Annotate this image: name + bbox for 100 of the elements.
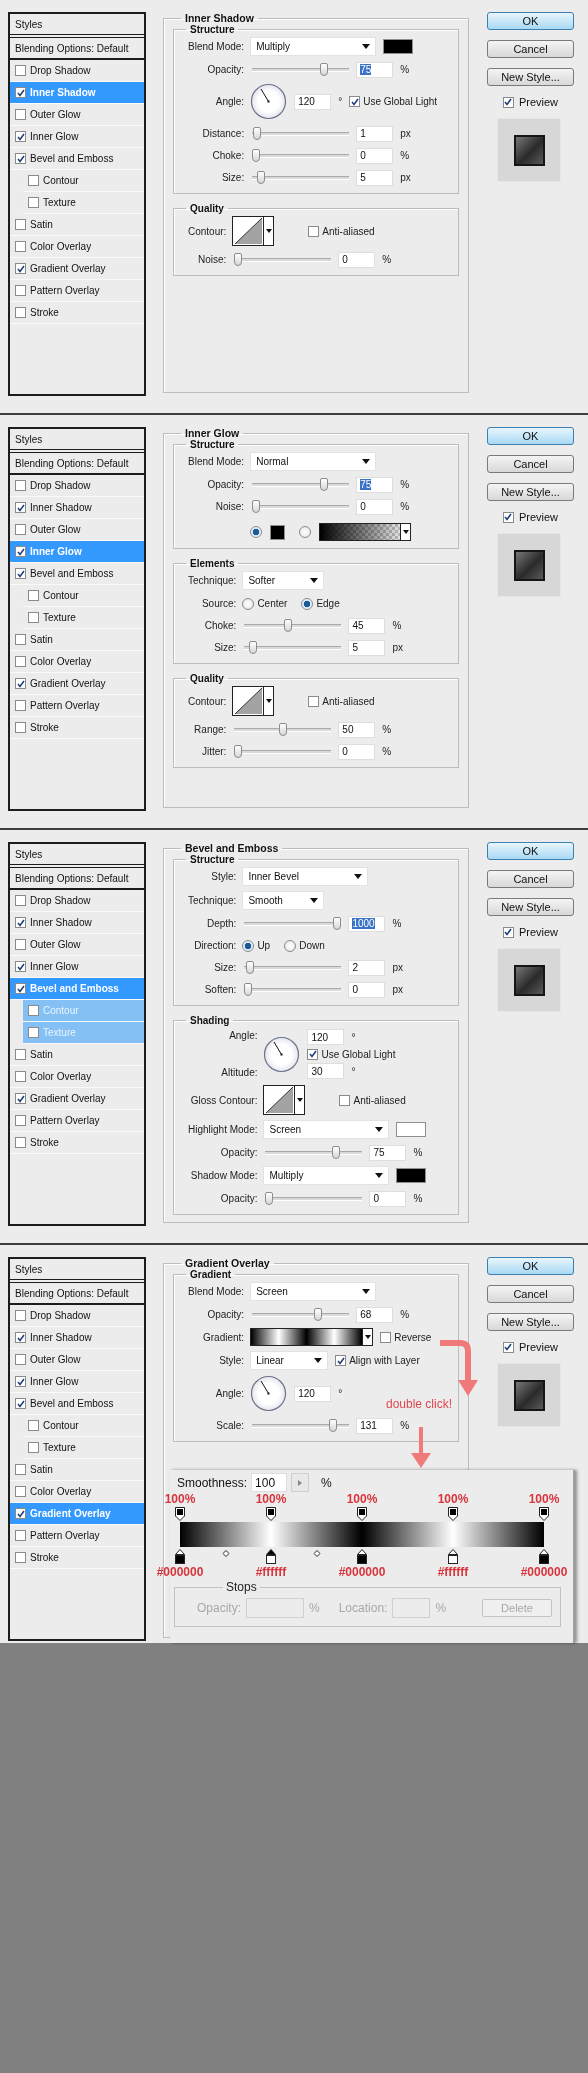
checkbox[interactable] — [28, 612, 39, 623]
checkbox[interactable] — [28, 175, 39, 186]
checkbox[interactable] — [15, 1530, 26, 1541]
value-field[interactable]: 1 — [356, 125, 394, 142]
radio-button[interactable] — [242, 939, 255, 952]
slider-thumb[interactable] — [319, 63, 328, 76]
color-swatch[interactable] — [383, 39, 414, 54]
dialog-button[interactable]: OK — [487, 1257, 574, 1275]
stepper-button[interactable] — [291, 1473, 310, 1492]
color-stop[interactable] — [448, 1555, 458, 1564]
value-field[interactable]: 1000 — [348, 915, 386, 932]
checkbox[interactable] — [339, 1094, 351, 1106]
style-list-item[interactable]: Contour — [23, 585, 144, 607]
checkbox[interactable] — [15, 1093, 26, 1104]
checkbox[interactable] — [15, 87, 26, 98]
blending-options-item[interactable]: Blending Options: Default — [10, 1283, 144, 1305]
value-field[interactable]: 45 — [348, 617, 386, 634]
radio-button[interactable] — [242, 597, 255, 610]
style-list-item[interactable]: Stroke — [10, 717, 144, 739]
checkbox[interactable] — [502, 1341, 514, 1353]
radio-button[interactable] — [250, 526, 263, 538]
checkbox[interactable] — [15, 895, 26, 906]
blending-options-item[interactable]: Blending Options: Default — [10, 38, 144, 60]
style-list-item[interactable]: Color Overlay — [10, 651, 144, 673]
stop-pointer-icon[interactable] — [448, 1549, 458, 1555]
checkbox[interactable] — [15, 678, 26, 689]
style-list-item[interactable]: Inner Shadow — [10, 497, 144, 519]
opacity-stop-icon[interactable] — [266, 1507, 276, 1521]
dropdown[interactable]: Smooth — [242, 891, 325, 910]
style-list-item[interactable]: Pattern Overlay — [10, 1110, 144, 1132]
gradient-swatch[interactable] — [319, 523, 412, 541]
stop-pointer-icon[interactable] — [175, 1549, 185, 1555]
dropdown[interactable]: Normal — [250, 452, 377, 471]
gradient-swatch[interactable] — [250, 1328, 374, 1346]
slider-thumb[interactable] — [333, 917, 342, 930]
opacity-stop-icon[interactable] — [175, 1507, 185, 1521]
midpoint-icon[interactable] — [222, 1550, 229, 1557]
checkbox[interactable] — [15, 1071, 26, 1082]
slider-thumb[interactable] — [248, 641, 257, 654]
value-field[interactable]: 5 — [356, 169, 394, 186]
value-field[interactable]: 5 — [348, 639, 386, 656]
style-list-item[interactable]: Satin — [10, 214, 144, 236]
stop-pointer-icon[interactable] — [539, 1549, 549, 1555]
style-list-item[interactable]: Pattern Overlay — [10, 280, 144, 302]
style-list-item[interactable]: Inner Glow — [10, 1371, 144, 1393]
checkbox[interactable] — [15, 219, 26, 230]
value-field[interactable]: 120 — [294, 1385, 332, 1402]
slider-thumb[interactable] — [319, 478, 328, 491]
dropdown[interactable]: Inner Bevel — [242, 867, 369, 886]
style-list-item[interactable]: Pattern Overlay — [10, 695, 144, 717]
style-list-item[interactable]: Satin — [10, 629, 144, 651]
opacity-field[interactable] — [246, 1598, 304, 1618]
value-field[interactable]: 75 — [356, 476, 394, 493]
checkbox[interactable] — [15, 109, 26, 120]
checkbox[interactable] — [380, 1331, 392, 1343]
value-field[interactable]: 0 — [338, 251, 376, 268]
style-list-item[interactable]: Inner Shadow — [10, 912, 144, 934]
style-list-item[interactable]: Drop Shadow — [10, 475, 144, 497]
style-list-item[interactable]: Texture — [23, 607, 144, 629]
dropdown[interactable]: Softer — [242, 571, 325, 590]
dropdown[interactable]: Linear — [250, 1351, 329, 1370]
dialog-button[interactable]: New Style... — [487, 898, 574, 916]
checkbox[interactable] — [15, 1332, 26, 1343]
checkbox[interactable] — [15, 1552, 26, 1563]
value-field[interactable]: 120 — [307, 1029, 345, 1045]
style-list-item[interactable]: Outer Glow — [10, 934, 144, 956]
value-field[interactable]: 131 — [356, 1417, 394, 1434]
checkbox[interactable] — [15, 263, 26, 274]
checkbox[interactable] — [15, 480, 26, 491]
color-stop[interactable] — [175, 1555, 185, 1564]
checkbox[interactable] — [28, 1005, 39, 1016]
checkbox[interactable] — [308, 225, 320, 237]
dialog-button[interactable]: Cancel — [487, 40, 574, 58]
blending-options-item[interactable]: Blending Options: Default — [10, 868, 144, 890]
style-list-item[interactable]: Texture — [23, 192, 144, 214]
radio-button[interactable] — [301, 597, 314, 610]
location-field[interactable] — [392, 1598, 431, 1618]
checkbox[interactable] — [307, 1048, 319, 1060]
value-field[interactable]: 2 — [348, 959, 386, 976]
dropdown[interactable]: Multiply — [263, 1166, 390, 1185]
contour-picker[interactable] — [263, 1085, 306, 1115]
checkbox[interactable] — [15, 1486, 26, 1497]
checkbox[interactable] — [15, 285, 26, 296]
value-field[interactable]: 0 — [338, 743, 376, 760]
checkbox[interactable] — [15, 1137, 26, 1148]
slider-thumb[interactable] — [313, 1308, 322, 1321]
checkbox[interactable] — [15, 1464, 26, 1475]
slider-thumb[interactable] — [252, 500, 261, 513]
checkbox[interactable] — [15, 65, 26, 76]
checkbox[interactable] — [15, 546, 26, 557]
checkbox[interactable] — [15, 1310, 26, 1321]
color-swatch[interactable] — [396, 1122, 427, 1137]
slider-thumb[interactable] — [246, 961, 255, 974]
angle-dial[interactable] — [250, 83, 288, 120]
dialog-button[interactable]: OK — [487, 842, 574, 860]
style-list-item[interactable]: Inner Shadow — [10, 1327, 144, 1349]
color-stop[interactable] — [266, 1555, 276, 1564]
dialog-button[interactable]: OK — [487, 12, 574, 30]
dropdown[interactable]: Screen — [263, 1120, 390, 1139]
checkbox[interactable] — [15, 1398, 26, 1409]
